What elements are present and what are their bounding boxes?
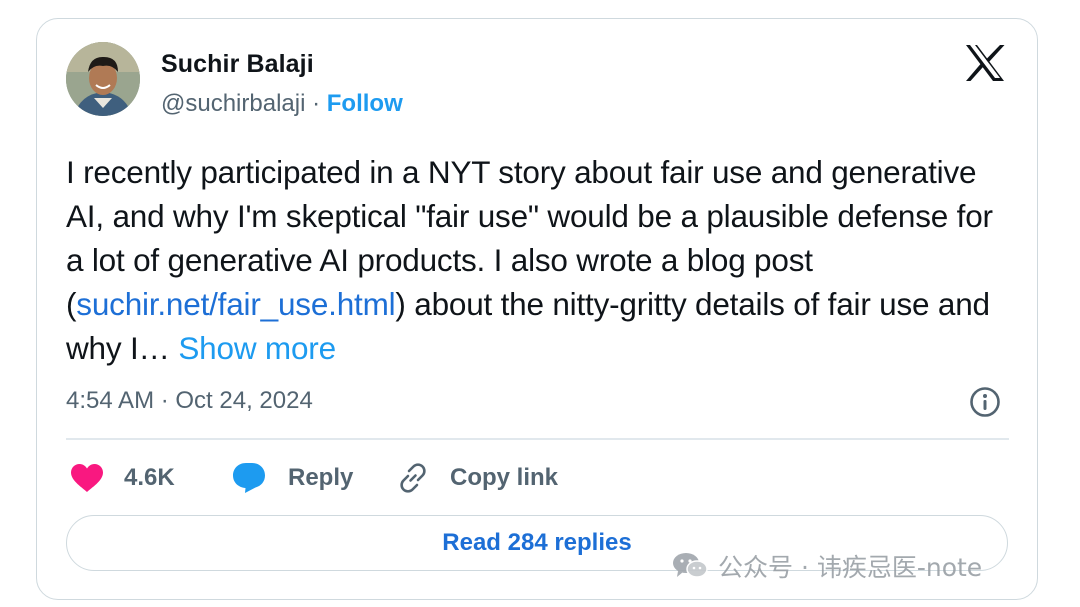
speech-bubble-icon [233, 463, 265, 493]
author-handle[interactable]: @suchirbalaji [161, 90, 305, 117]
handle-separator: · [305, 90, 327, 117]
heart-icon [71, 464, 103, 492]
reply-button[interactable]: Reply [232, 458, 353, 498]
follow-button[interactable]: Follow [327, 90, 403, 117]
copy-link-label: Copy link [450, 464, 559, 491]
link-icon [400, 463, 426, 493]
like-button[interactable]: 4.6K [70, 458, 175, 498]
reply-label: Reply [288, 464, 354, 491]
avatar[interactable] [66, 42, 140, 116]
tweet-text: I recently participated in a NYT story a… [66, 150, 1011, 370]
wechat-icon [673, 553, 708, 578]
read-replies-label: Read 284 replies [442, 529, 632, 556]
author-name[interactable]: Suchir Balaji [161, 50, 314, 79]
info-icon[interactable] [969, 386, 1001, 418]
x-logo-icon[interactable] [964, 44, 1006, 82]
avatar-photo [66, 42, 140, 116]
show-more-link[interactable]: Show more [178, 330, 336, 366]
copy-link-button[interactable]: Copy link [396, 458, 558, 498]
author-handle-row: @suchirbalaji · Follow [161, 90, 403, 118]
watermark-text: 公众号 · 讳疾忌医-note [718, 553, 983, 582]
tweet-timestamp[interactable]: 4:54 AM · Oct 24, 2024 [66, 387, 313, 415]
divider [66, 438, 1009, 440]
blog-link[interactable]: suchir.net/fair_use.html [76, 286, 395, 322]
like-count: 4.6K [124, 464, 175, 491]
watermark: 公众号 · 讳疾忌医-note [672, 550, 982, 582]
